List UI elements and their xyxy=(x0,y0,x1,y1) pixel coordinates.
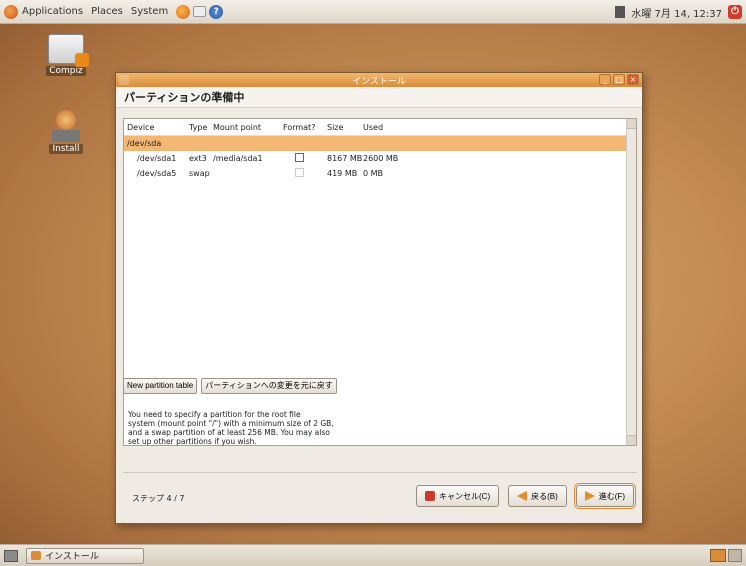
partition-table[interactable]: Device Type Mount point Format? Size Use… xyxy=(123,118,637,446)
table-row[interactable]: /dev/sda1 ext3 /media/sda1 8167 MB 2600 … xyxy=(124,151,636,166)
top-panel: Applications Places System ? 水曜 7月 14, 1… xyxy=(0,0,746,24)
window-title: インストール xyxy=(352,76,406,87)
minimize-icon[interactable]: _ xyxy=(599,74,611,85)
cell-type: ext3 xyxy=(189,154,207,163)
scroll-up-icon[interactable] xyxy=(627,119,636,129)
back-arrow-icon xyxy=(517,491,528,501)
close-icon[interactable]: × xyxy=(627,74,639,85)
bottom-panel: インストール xyxy=(0,544,746,566)
menu-system[interactable]: System xyxy=(131,6,168,17)
back-button[interactable]: 戻る(B) xyxy=(508,485,567,507)
installer-window: インストール _ □ × パーティションの準備中 Device Type Mou… xyxy=(115,72,643,524)
step-indicator: ステップ 4 / 7 xyxy=(132,494,185,503)
column-header-format[interactable]: Format? xyxy=(283,123,327,132)
folder-icon xyxy=(48,34,89,67)
cell-device: /dev/sda5 xyxy=(137,169,177,178)
forward-label: 進む(F) xyxy=(598,491,625,501)
cell-used: 0 MB xyxy=(363,169,384,178)
cancel-icon xyxy=(425,491,435,501)
column-header-type[interactable]: Type xyxy=(189,123,213,132)
divider xyxy=(123,472,637,473)
cell-format xyxy=(283,168,327,179)
new-partition-table-button[interactable]: New partition table xyxy=(123,378,198,394)
help-icon[interactable]: ? xyxy=(209,4,224,19)
column-header-size[interactable]: Size xyxy=(327,123,363,132)
show-desktop-icon[interactable] xyxy=(4,549,18,562)
lock-icon xyxy=(75,53,89,67)
window-menu-icon[interactable] xyxy=(119,75,129,85)
installer-icon xyxy=(50,110,82,142)
firefox-icon[interactable] xyxy=(176,4,191,19)
cancel-button[interactable]: キャンセル(C) xyxy=(416,485,500,507)
desktop-icon-install[interactable]: Install xyxy=(36,110,96,154)
maximize-icon[interactable]: □ xyxy=(613,74,625,85)
page-title: パーティションの準備中 xyxy=(116,87,642,108)
power-icon[interactable]: ⏻ xyxy=(728,5,742,19)
format-checkbox[interactable] xyxy=(295,168,304,177)
taskbar-item-label: インストール xyxy=(45,552,99,562)
desktop-icon-label: Compiz xyxy=(46,66,86,76)
column-header-mount[interactable]: Mount point xyxy=(213,123,283,132)
desktop-icon-compiz[interactable]: Compiz xyxy=(36,34,96,76)
cancel-label: キャンセル(C) xyxy=(439,491,491,501)
cell-size: 419 MB xyxy=(327,169,358,178)
network-icon[interactable] xyxy=(615,6,626,18)
forward-arrow-icon xyxy=(584,491,595,501)
taskbar-item-installer[interactable]: インストール xyxy=(26,547,144,564)
workspace-switcher-2[interactable] xyxy=(728,549,742,562)
table-row[interactable]: /dev/sda5 swap 419 MB 0 MB xyxy=(124,166,636,181)
format-checkbox[interactable] xyxy=(295,153,304,162)
cell-type: swap xyxy=(189,169,210,178)
cell-size: 8167 MB xyxy=(327,154,363,163)
clock[interactable]: 水曜 7月 14, 12:37 xyxy=(631,5,722,20)
menu-places[interactable]: Places xyxy=(91,6,123,17)
cell-device: /dev/sda xyxy=(127,139,162,148)
info-text: You need to specify a partition for the … xyxy=(128,410,334,446)
table-header: Device Type Mount point Format? Size Use… xyxy=(124,119,636,136)
desktop-icon-label: Install xyxy=(49,144,83,154)
ubuntu-logo-icon[interactable] xyxy=(4,4,18,19)
column-header-used[interactable]: Used xyxy=(363,123,403,132)
cell-format xyxy=(283,153,327,164)
forward-button[interactable]: 進む(F) xyxy=(573,483,637,509)
revert-changes-button[interactable]: パーティションへの変更を元に戻す xyxy=(201,378,337,394)
cell-device: /dev/sda1 xyxy=(137,154,177,163)
installer-task-icon xyxy=(31,551,41,560)
table-row[interactable]: /dev/sda xyxy=(124,136,636,151)
column-header-device[interactable]: Device xyxy=(127,123,189,132)
cell-mount: /media/sda1 xyxy=(213,154,263,163)
scroll-down-icon[interactable] xyxy=(627,435,636,445)
workspace-switcher-1[interactable] xyxy=(710,549,726,562)
vertical-scrollbar[interactable] xyxy=(626,119,636,445)
menu-applications[interactable]: Applications xyxy=(22,6,83,17)
back-label: 戻る(B) xyxy=(531,491,558,501)
cell-used: 2600 MB xyxy=(363,154,399,163)
system-tray: 水曜 7月 14, 12:37 ⏻ xyxy=(615,0,742,24)
window-titlebar[interactable]: インストール _ □ × xyxy=(116,73,642,87)
mail-icon[interactable] xyxy=(193,6,207,17)
